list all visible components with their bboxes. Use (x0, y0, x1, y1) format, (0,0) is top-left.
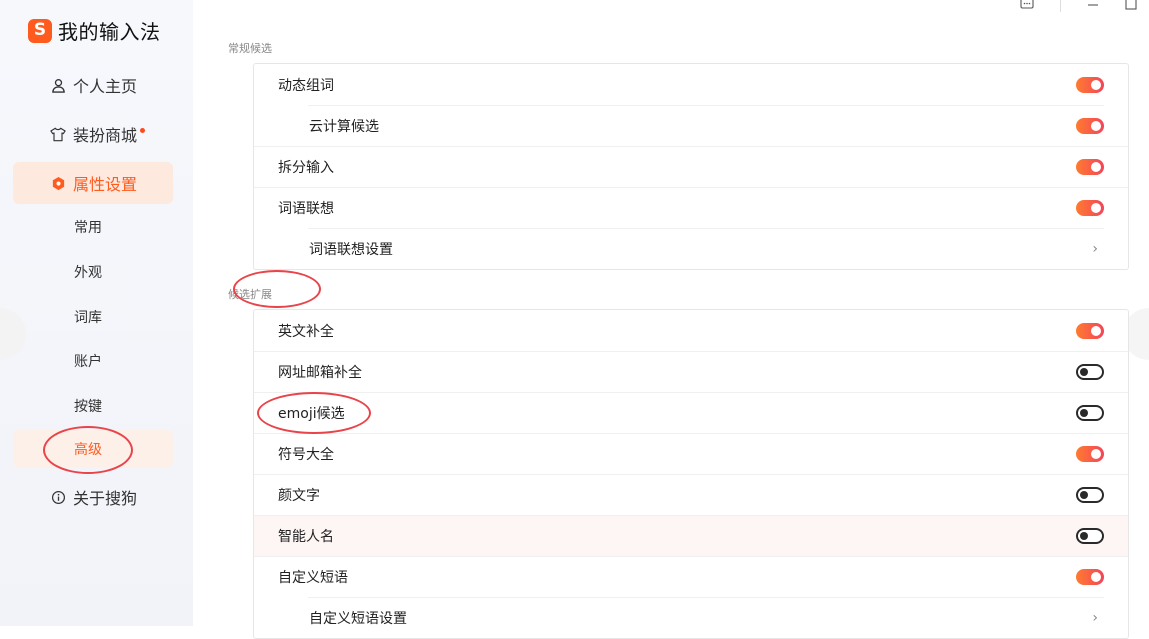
setting-label: 英文补全 (278, 323, 334, 340)
toggle-switch[interactable] (1076, 159, 1104, 175)
nav-item-about[interactable]: 关于搜狗 (13, 476, 173, 518)
section-title: 候选扩展 (228, 288, 272, 301)
setting-row: 自定义短语 (254, 556, 1128, 597)
setting-row-link[interactable]: 词语联想设置 › (254, 228, 1128, 269)
nav-sub-label: 常用 (74, 220, 102, 236)
nav-item-label: 装扮商城 (73, 126, 138, 145)
sidebar-sub-advanced[interactable]: 高级 (13, 430, 173, 468)
setting-row: 英文补全 (254, 310, 1128, 351)
setting-label: 词语联想 (278, 201, 334, 217)
nav-sub-label: 词库 (74, 310, 102, 326)
toggle-switch[interactable] (1076, 569, 1104, 585)
setting-label: 颜文字 (278, 488, 320, 504)
setting-row: 云计算候选 (254, 105, 1128, 146)
settings-card-regular: 动态组词 云计算候选 拆分输入 词语联想 词语联想设置 › (253, 63, 1129, 270)
nav-item-label: 属性设置 (73, 175, 138, 194)
nav-sub-label: 高级 (74, 442, 102, 458)
setting-label: 云计算候选 (309, 118, 379, 135)
setting-row: 网址邮箱补全 (254, 351, 1128, 392)
setting-row: 符号大全 (254, 433, 1128, 474)
setting-label: 符号大全 (278, 447, 334, 463)
sidebar-sub-common[interactable]: 常用 (13, 208, 173, 246)
setting-label: 词语联想设置 (309, 241, 393, 258)
sidebar-sub-appearance[interactable]: 外观 (13, 253, 173, 291)
app-title: 我的输入法 (58, 20, 161, 44)
minimize-icon[interactable] (1087, 0, 1099, 14)
setting-label: 网址邮箱补全 (278, 365, 362, 381)
nav-item-skin-store[interactable]: 装扮商城 (13, 113, 173, 155)
toggle-switch[interactable] (1076, 322, 1104, 339)
setting-row-link[interactable]: 自定义短语设置 › (254, 597, 1128, 638)
setting-label: 拆分输入 (278, 160, 334, 176)
settings-card-extensions: 英文补全 网址邮箱补全 emoji候选 符号大全 颜文字 智能人名 自定义短语 … (253, 309, 1129, 639)
sidebar-sub-lexicon[interactable]: 词库 (13, 298, 173, 336)
chevron-right-icon[interactable]: › (1092, 610, 1098, 626)
setting-label: emoji候选 (278, 406, 345, 422)
sidebar: S 我的输入法 个人主页 装扮商城 属性设置 常用 外观 词库 账户 按键 高级… (0, 0, 193, 626)
setting-label: 智能人名 (278, 529, 334, 545)
user-icon (49, 78, 67, 93)
control-divider (1060, 0, 1061, 12)
setting-row: 动态组词 (254, 64, 1128, 105)
nav-sub-label: 外观 (74, 265, 102, 281)
setting-row: 拆分输入 (254, 146, 1128, 187)
feedback-icon[interactable] (1020, 0, 1034, 14)
info-icon (49, 490, 67, 505)
nav-item-settings[interactable]: 属性设置 (13, 162, 173, 204)
window-controls (1020, 0, 1137, 12)
toggle-switch[interactable] (1076, 117, 1104, 134)
app-logo: S 我的输入法 (28, 16, 161, 45)
maximize-icon[interactable] (1125, 0, 1137, 14)
setting-row: 词语联想 (254, 187, 1128, 228)
sidebar-sub-keys[interactable]: 按键 (13, 387, 173, 425)
setting-row: 颜文字 (254, 474, 1128, 515)
tshirt-icon (49, 127, 67, 142)
setting-label: 自定义短语 (278, 570, 348, 586)
toggle-switch[interactable] (1076, 200, 1104, 216)
setting-label: 动态组词 (278, 77, 334, 94)
toggle-switch[interactable] (1076, 405, 1104, 421)
settings-hex-icon (49, 176, 67, 191)
toggle-switch[interactable] (1076, 446, 1104, 462)
nav-sub-label: 账户 (74, 354, 102, 370)
toggle-switch[interactable] (1076, 76, 1104, 93)
setting-label: 自定义短语设置 (309, 610, 407, 627)
chevron-right-icon[interactable]: › (1092, 241, 1098, 257)
notification-dot (140, 127, 146, 133)
toggle-switch[interactable] (1076, 528, 1104, 544)
nav-item-label: 关于搜狗 (73, 489, 138, 508)
nav-sub-label: 按键 (74, 399, 102, 415)
toggle-switch[interactable] (1076, 364, 1104, 380)
section-title: 常规候选 (228, 42, 272, 55)
setting-row: emoji候选 (254, 392, 1128, 433)
toggle-switch[interactable] (1076, 487, 1104, 503)
sogou-logo-icon: S (28, 18, 52, 43)
nav-item-label: 个人主页 (73, 77, 138, 96)
nav-item-profile[interactable]: 个人主页 (13, 64, 173, 106)
sidebar-sub-account[interactable]: 账户 (13, 342, 173, 380)
setting-row: 智能人名 (254, 515, 1128, 556)
